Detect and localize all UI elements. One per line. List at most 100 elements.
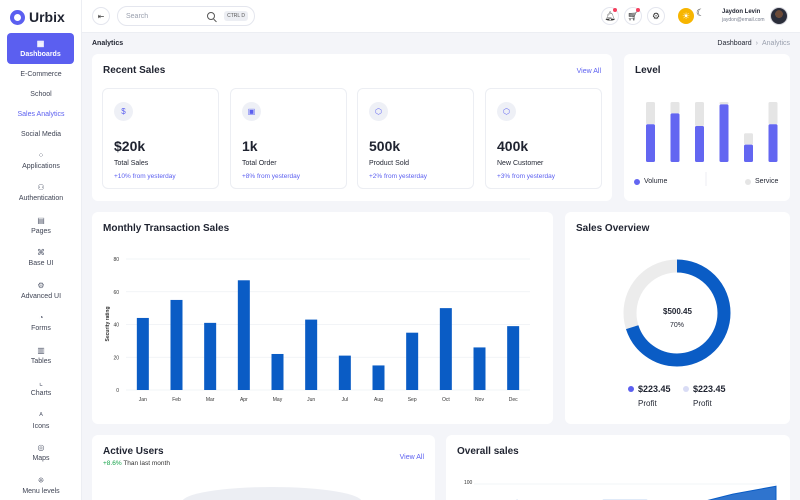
monthly-bar: [372, 365, 385, 390]
x-tick-label: Apr: [240, 397, 248, 403]
search-placeholder: Search: [126, 12, 149, 20]
overall-sales-area: [515, 485, 777, 500]
sidebar-item-forms[interactable]: ◔ Forms: [0, 307, 82, 340]
stat-card: $ $20k Total Sales +10% from yesterday: [102, 88, 219, 189]
level-bar-service: [768, 102, 778, 125]
sidebar-item-tables[interactable]: ▥ Tables: [0, 339, 82, 372]
monthly-bar: [204, 322, 217, 390]
maps-icon: ◎: [37, 443, 45, 453]
sidebar-item-base-ui[interactable]: ⌘ Base UI: [0, 242, 82, 275]
stat-card: ⬡ 500k Product Sold +2% from yesterday: [357, 88, 474, 189]
overall-sales-card: Overall sales 100: [446, 435, 790, 500]
sidebar-item-sales-analytics[interactable]: Sales Analytics: [0, 104, 82, 124]
sidebar-item-applications[interactable]: ⁘ Applications: [0, 144, 82, 177]
cart-icon: 🛒︎: [627, 10, 639, 21]
brand-logo[interactable]: Urbix: [10, 8, 65, 26]
user-icon: ⚇: [37, 183, 45, 193]
dark-mode-button[interactable]: ☾: [696, 8, 705, 19]
sidebar-nav: ▦ Dashboards E-Commerce School Sales Analyti…: [0, 33, 82, 500]
tables-icon: ▥: [37, 345, 45, 355]
sidebar-item-label: Tables: [30, 357, 52, 365]
active-users-change-value: +8.6%: [103, 460, 122, 467]
sidebar-item-social-media[interactable]: Social Media: [0, 124, 82, 144]
level-bar-service: [670, 102, 680, 114]
order-icon: ▣: [242, 102, 261, 121]
sidebar-item-icons[interactable]: ᴬ Icons: [0, 404, 82, 437]
sidebar-item-charts[interactable]: ⌞ Charts: [0, 372, 82, 405]
level-bar-service: [646, 102, 655, 125]
level-bar-volume: [744, 144, 753, 162]
sidebar-item-menu-levels[interactable]: ⁜ Menu levels: [0, 469, 82, 500]
monthly-bar: [507, 326, 520, 390]
x-tick-label: May: [273, 397, 283, 403]
collapse-icon: ⇤: [97, 11, 105, 21]
user-email: jaydon@email.com: [722, 17, 765, 23]
legend-volume-label: Volume: [644, 178, 668, 185]
sidebar-item-authentication[interactable]: ⚇ Authentication: [0, 177, 82, 210]
profit-value-1: $223.45: [638, 384, 671, 394]
donut-center-value: $500.45: [663, 307, 692, 316]
monthly-bar: [406, 332, 419, 390]
top-header: ⇤ Search CTRL D 🔔︎ 🛒︎ ⚙ ☀ ☾ Jaydon Levin…: [82, 0, 800, 33]
forms-icon: ◔: [38, 313, 44, 323]
charts-icon: ⌞: [39, 378, 43, 388]
x-tick-label: Jul: [342, 397, 348, 403]
sidebar-toggle-button[interactable]: ⇤: [92, 7, 110, 25]
monthly-bar: [237, 280, 250, 390]
sidebar-item-dashboards[interactable]: ▦ Dashboards: [7, 33, 74, 64]
brand-name: Urbix: [29, 9, 65, 25]
grid-icon: ▦: [36, 39, 45, 48]
light-mode-button[interactable]: ☀: [678, 8, 694, 24]
x-tick-label: Sep: [408, 397, 417, 403]
profit-label-2: Profit: [693, 399, 712, 408]
x-tick-label: Nov: [475, 397, 484, 403]
cart-dot: [636, 8, 640, 12]
sidebar-item-pages[interactable]: ▤ Pages: [0, 209, 82, 242]
monthly-bar: [473, 347, 486, 390]
y-tick-label: 80: [113, 257, 119, 263]
sidebar-item-label: Menu levels: [22, 487, 60, 495]
sidebar-item-label: Charts: [30, 390, 52, 398]
search-shortcut: CTRL D: [224, 11, 248, 21]
y-tick-label: 20: [113, 355, 119, 361]
stat-value: 500k: [369, 138, 401, 154]
cart-button[interactable]: 🛒︎: [624, 7, 642, 25]
base-ui-icon: ⌘: [37, 248, 45, 258]
search-input[interactable]: Search CTRL D: [117, 6, 255, 26]
sidebar-item-label: E-Commerce: [20, 70, 62, 78]
search-icon: [207, 12, 215, 20]
active-users-view-all[interactable]: View All: [400, 454, 424, 461]
sidebar-item-label: School: [30, 90, 52, 98]
sidebar-item-e-commerce[interactable]: E-Commerce: [0, 64, 82, 84]
avatar[interactable]: [770, 7, 788, 25]
stat-value: 1k: [242, 138, 258, 154]
sidebar-item-label: Applications: [22, 162, 60, 170]
sidebar-item-label: Authentication: [18, 195, 64, 203]
breadcrumb-separator: ›: [755, 40, 758, 47]
notification-dot: [613, 8, 617, 12]
breadcrumb-home[interactable]: Dashboard: [717, 40, 751, 47]
sales-overview-donut: [623, 259, 731, 367]
sidebar-item-advanced-ui[interactable]: ⚙ Advanced UI: [0, 274, 82, 307]
x-tick-label: Feb: [172, 397, 181, 403]
y-tick-label: 60: [113, 290, 119, 296]
level-bar-volume: [768, 124, 778, 162]
x-tick-label: Mar: [206, 397, 215, 403]
sidebar-item-label: Sales Analytics: [17, 110, 65, 118]
recent-sales-view-all[interactable]: View All: [577, 68, 601, 75]
y-tick-label: 40: [113, 323, 119, 329]
settings-button[interactable]: ⚙: [647, 7, 665, 25]
moon-icon: ☾: [696, 8, 705, 19]
active-users-title: Active Users: [103, 446, 164, 457]
recent-sales-card: Recent Sales View All $ $20k Total Sales +1…: [92, 54, 612, 201]
sidebar-item-label: Pages: [31, 227, 51, 235]
level-bar-service: [719, 102, 729, 105]
stat-label: New Customer: [497, 160, 544, 167]
stat-value: 400k: [497, 138, 529, 154]
level-bar-volume: [670, 113, 680, 162]
sidebar-item-school[interactable]: School: [0, 84, 82, 104]
menu-levels-icon: ⁜: [37, 475, 45, 485]
notifications-button[interactable]: 🔔︎: [601, 7, 619, 25]
recent-sales-title: Recent Sales: [103, 65, 166, 76]
sidebar-item-maps[interactable]: ◎ Maps: [0, 437, 82, 470]
